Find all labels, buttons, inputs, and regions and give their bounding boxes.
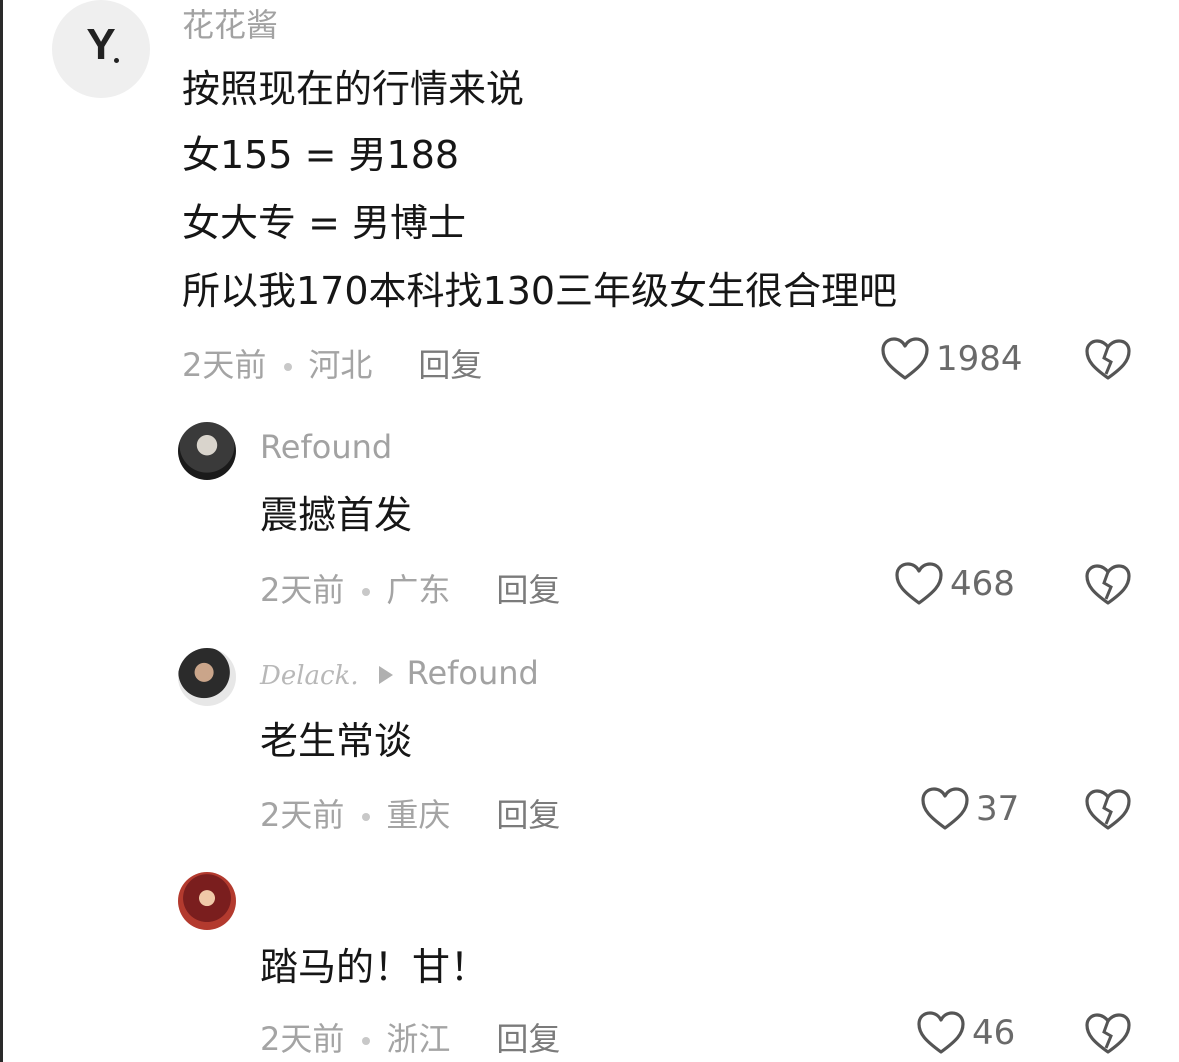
comment-username[interactable]: Refound xyxy=(260,428,392,466)
heart-icon xyxy=(917,1011,965,1054)
comment-text-line-3: 女大专 = 男博士 xyxy=(182,201,466,245)
comment-username[interactable]: Delack. xyxy=(260,661,359,691)
comment-location: 广东 xyxy=(386,571,451,609)
comment-meta: 2天前 浙江 回复 xyxy=(260,1014,560,1060)
like-button[interactable]: 37 xyxy=(920,786,1019,832)
comment-header: Delack. Refound xyxy=(260,654,539,692)
comment-text-line-2: 女155 = 男188 xyxy=(182,133,460,177)
like-count: 468 xyxy=(950,564,1015,604)
comment-time: 2天前 xyxy=(260,571,345,609)
reply-arrow-icon xyxy=(378,666,393,684)
comment-meta: 2天前 广东 回复 xyxy=(260,565,560,611)
reply-button[interactable]: 回复 xyxy=(496,1020,560,1058)
dislike-icon[interactable] xyxy=(1084,1012,1132,1056)
comment-location: 浙江 xyxy=(386,1020,451,1058)
comment-text-line-4: 所以我170本科找130三年级女生很合理吧 xyxy=(182,269,898,313)
like-button[interactable]: 1984 xyxy=(880,336,1023,382)
avatar-letter: Y xyxy=(86,20,116,69)
dislike-icon[interactable] xyxy=(1084,563,1132,607)
comment-time: 2天前 xyxy=(260,796,345,834)
comment-text: 踏马的！甘！ xyxy=(260,945,489,989)
comment-text: 老生常谈 xyxy=(260,719,413,763)
avatar[interactable] xyxy=(178,422,236,480)
comment-text: 震撼首发 xyxy=(260,493,413,537)
avatar[interactable] xyxy=(178,872,236,930)
avatar[interactable] xyxy=(178,648,236,706)
comment-meta: 2天前 河北 回复 xyxy=(182,340,482,386)
comment-meta: 2天前 重庆 回复 xyxy=(260,790,560,836)
comment-time: 2天前 xyxy=(260,1020,345,1058)
reply-button[interactable]: 回复 xyxy=(496,571,560,609)
heart-icon xyxy=(895,562,943,605)
avatar[interactable]: Y xyxy=(52,0,150,98)
comment-username[interactable]: 花花酱 xyxy=(182,0,278,46)
comment-location: 河北 xyxy=(308,346,373,384)
like-button[interactable]: 46 xyxy=(916,1010,1015,1056)
comment-location: 重庆 xyxy=(386,796,451,834)
like-count: 1984 xyxy=(936,339,1023,379)
reply-to-username[interactable]: Refound xyxy=(407,654,539,692)
left-border xyxy=(0,0,3,1062)
heart-icon xyxy=(881,337,929,380)
like-button[interactable]: 468 xyxy=(894,561,1015,607)
dislike-icon[interactable] xyxy=(1084,338,1132,382)
reply-button[interactable]: 回复 xyxy=(496,796,560,834)
dislike-icon[interactable] xyxy=(1084,788,1132,832)
comment-time: 2天前 xyxy=(182,346,267,384)
reply-button[interactable]: 回复 xyxy=(418,346,482,384)
comment-text-line-1: 按照现在的行情来说 xyxy=(182,67,525,111)
heart-icon xyxy=(921,787,969,830)
like-count: 46 xyxy=(972,1013,1016,1053)
like-count: 37 xyxy=(976,789,1020,829)
